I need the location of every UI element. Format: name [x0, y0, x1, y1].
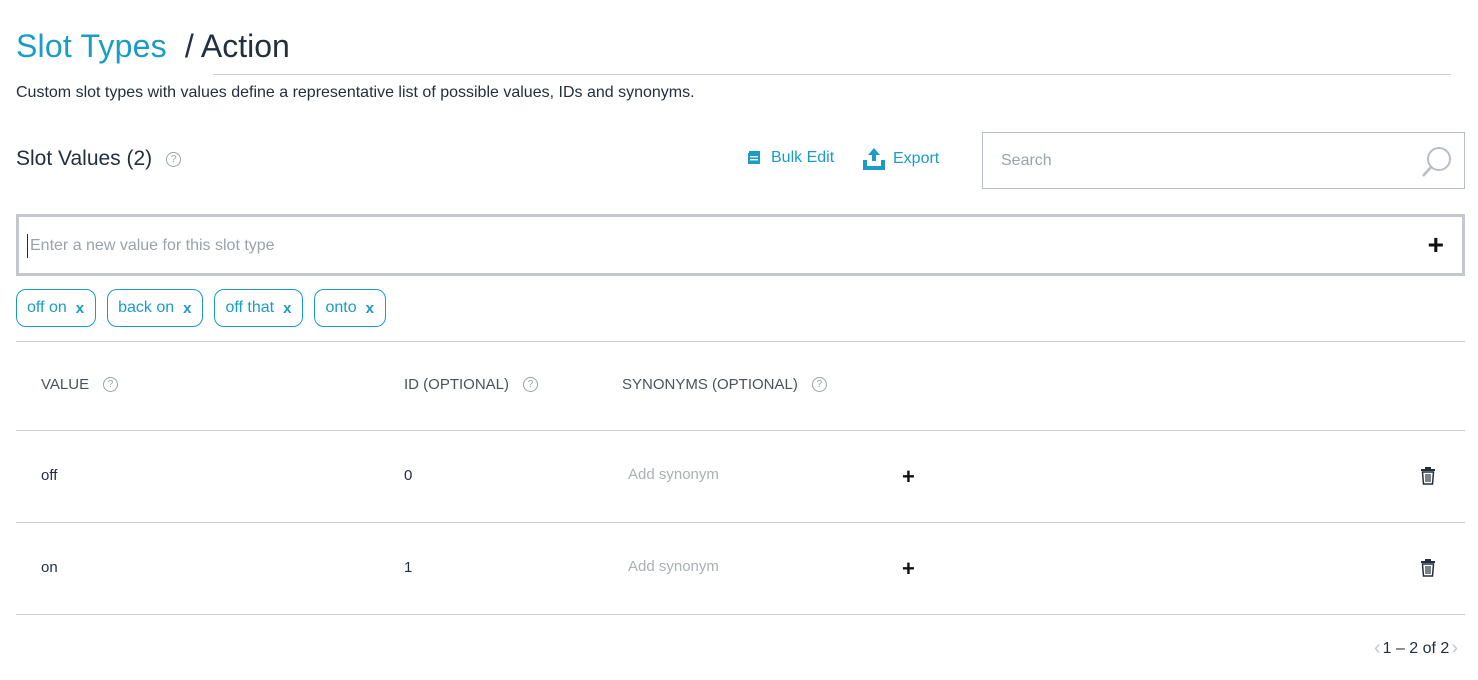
help-icon[interactable]: ? — [103, 377, 119, 392]
page-range: 1 – 2 of 2 — [1382, 639, 1450, 657]
suggestion-chip-label: off that — [225, 299, 275, 316]
suggestion-chip[interactable]: off on x — [16, 289, 97, 327]
breadcrumb-slot-types-link[interactable]: Slot Types — [16, 28, 167, 65]
table-top-divider — [16, 341, 1465, 342]
column-header-synonyms: SYNONYMS (OPTIONAL) ? — [622, 376, 827, 393]
table-header-divider — [16, 430, 1465, 431]
search-input[interactable] — [1001, 149, 1401, 173]
breadcrumb-current: / Action — [184, 28, 290, 64]
new-value-input[interactable] — [27, 234, 1407, 258]
suggestion-chip-label: off on — [27, 299, 67, 316]
add-synonym-input[interactable]: Add synonym — [628, 466, 719, 483]
column-header-value: VALUE ? — [41, 376, 119, 393]
row-divider — [16, 522, 1465, 523]
search-box — [982, 132, 1465, 189]
column-header-label: VALUE — [41, 376, 90, 393]
bulk-edit-icon — [748, 151, 760, 164]
suggestion-chip-label: onto — [325, 299, 357, 316]
suggestion-chip[interactable]: back on x — [107, 289, 204, 327]
row-value[interactable]: off — [41, 467, 57, 484]
page-title: Slot Types / Action — [16, 28, 290, 72]
trash-icon[interactable] — [1420, 559, 1436, 577]
search-icon[interactable] — [1420, 145, 1454, 179]
suggestion-chips: off on x back on x off that x onto x — [16, 289, 386, 327]
remove-chip-button[interactable]: x — [366, 300, 374, 317]
add-value-button[interactable]: + — [1428, 231, 1444, 259]
row-value[interactable]: on — [41, 559, 58, 576]
next-page-button[interactable]: › — [1451, 637, 1458, 660]
page-subtitle: Custom slot types with values define a r… — [16, 84, 695, 101]
title-divider — [213, 74, 1451, 75]
bulk-edit-label: Bulk Edit — [771, 149, 835, 166]
new-value-box: + — [16, 214, 1465, 276]
row-id[interactable]: 1 — [404, 559, 412, 576]
column-header-id: ID (OPTIONAL) ? — [404, 376, 539, 393]
export-button[interactable]: Export — [861, 146, 939, 172]
slot-values-heading: Slot Values (2) ? — [16, 147, 182, 171]
trash-icon[interactable] — [1420, 467, 1436, 485]
help-icon[interactable]: ? — [811, 377, 827, 392]
add-synonym-button[interactable]: + — [902, 466, 915, 488]
previous-page-button[interactable]: ‹ — [1374, 637, 1381, 660]
column-header-label: SYNONYMS (OPTIONAL) — [622, 376, 798, 393]
help-icon[interactable]: ? — [523, 377, 539, 392]
remove-chip-button[interactable]: x — [283, 300, 291, 317]
pagination: ‹ 1 – 2 of 2 › — [1374, 637, 1458, 660]
help-icon[interactable]: ? — [166, 151, 182, 167]
export-icon — [863, 148, 885, 170]
column-header-label: ID (OPTIONAL) — [404, 376, 510, 393]
slot-values-title: Slot Values (2) — [16, 147, 153, 170]
table-bottom-divider — [16, 614, 1465, 615]
add-synonym-input[interactable]: Add synonym — [628, 558, 719, 575]
export-label: Export — [893, 150, 940, 167]
remove-chip-button[interactable]: x — [76, 300, 84, 317]
remove-chip-button[interactable]: x — [183, 300, 191, 317]
suggestion-chip-label: back on — [118, 299, 175, 316]
add-synonym-button[interactable]: + — [902, 558, 915, 580]
suggestion-chip[interactable]: onto x — [314, 289, 386, 327]
row-id[interactable]: 0 — [404, 467, 412, 484]
bulk-edit-button[interactable]: Bulk Edit — [746, 149, 834, 167]
suggestion-chip[interactable]: off that x — [214, 289, 304, 327]
